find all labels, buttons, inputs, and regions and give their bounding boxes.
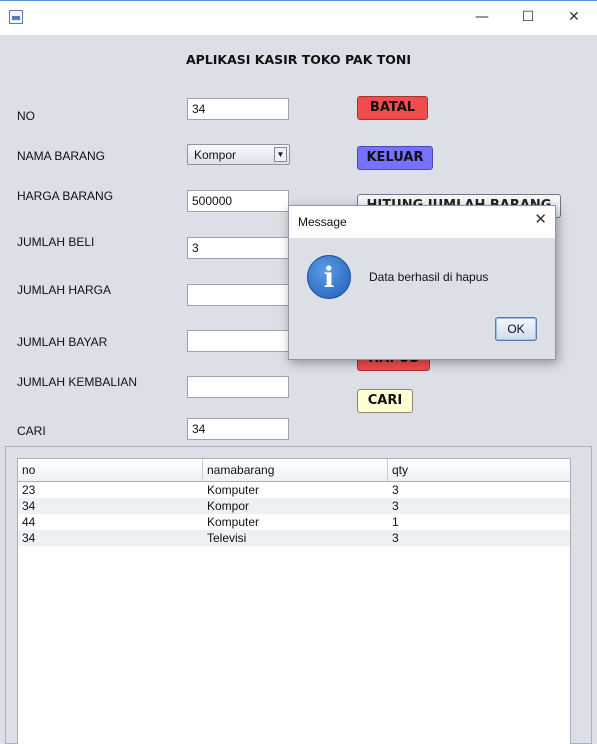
keluar-button[interactable]: KELUAR xyxy=(357,146,433,170)
cell-no: 23 xyxy=(22,483,36,497)
column-header-namabarang[interactable]: namabarang xyxy=(203,459,388,481)
cell-qty: 1 xyxy=(392,515,399,529)
harga-barang-label: HARGA BARANG xyxy=(17,189,114,203)
nama-barang-label: NAMA BARANG xyxy=(17,149,106,163)
cell-namabarang: Kompor xyxy=(207,499,250,513)
dialog-close-button[interactable]: ✕ xyxy=(534,210,547,228)
cell-namabarang: Televisi xyxy=(207,531,247,545)
harga-barang-field[interactable]: 500000 xyxy=(187,190,289,212)
cell-no: 34 xyxy=(22,531,36,545)
chevron-down-icon[interactable]: ▼ xyxy=(274,147,287,162)
dialog-title: Message xyxy=(298,215,347,229)
table-row[interactable]: 44 Komputer 1 xyxy=(18,514,570,530)
minimize-button[interactable]: — xyxy=(459,1,505,34)
no-label: NO xyxy=(17,109,35,123)
close-window-button[interactable]: ✕ xyxy=(551,1,597,34)
cell-qty: 3 xyxy=(392,531,399,545)
table-header: no namabarang qty xyxy=(18,459,570,482)
page-title: APLIKASI KASIR TOKO PAK TONI xyxy=(185,52,412,67)
cari-field[interactable]: 34 xyxy=(187,418,289,440)
no-field[interactable]: 34 xyxy=(187,98,289,120)
jumlah-harga-field[interactable] xyxy=(187,284,289,306)
jumlah-kembalian-field[interactable] xyxy=(187,376,289,398)
jumlah-harga-label: JUMLAH HARGA xyxy=(17,283,112,297)
cell-namabarang: Komputer xyxy=(207,515,260,529)
cell-no: 44 xyxy=(22,515,36,529)
table-row[interactable]: 34 Televisi 3 xyxy=(18,530,570,546)
batal-button[interactable]: BATAL xyxy=(357,96,428,120)
barang-table[interactable]: no namabarang qty 23 Komputer 3 34 Kompo… xyxy=(17,458,571,744)
jumlah-kembalian-label: JUMLAH KEMBALIAN xyxy=(17,375,138,389)
cell-qty: 3 xyxy=(392,499,399,513)
jumlah-bayar-label: JUMLAH BAYAR xyxy=(17,335,108,349)
jumlah-beli-field[interactable]: 3 xyxy=(187,237,289,259)
ok-button[interactable]: OK xyxy=(495,317,537,341)
main-window: — ☐ ✕ APLIKASI KASIR TOKO PAK TONI NO 34… xyxy=(0,0,597,744)
jumlah-beli-label: JUMLAH BELI xyxy=(17,235,95,249)
column-header-qty[interactable]: qty xyxy=(388,459,570,481)
cari-button[interactable]: CARI xyxy=(357,389,413,413)
cell-no: 34 xyxy=(22,499,36,513)
column-header-no[interactable]: no xyxy=(18,459,203,481)
title-bar: — ☐ ✕ xyxy=(0,0,597,35)
table-row[interactable]: 23 Komputer 3 xyxy=(18,482,570,498)
java-app-icon xyxy=(9,10,23,24)
jumlah-bayar-field[interactable] xyxy=(187,330,289,352)
nama-barang-selected: Kompor xyxy=(194,148,237,162)
nama-barang-dropdown[interactable]: Kompor ▼ xyxy=(187,144,290,165)
cell-namabarang: Komputer xyxy=(207,483,260,497)
dialog-message: Data berhasil di hapus xyxy=(369,270,489,284)
dialog-body: i Data berhasil di hapus OK xyxy=(289,238,555,359)
info-icon: i xyxy=(307,255,351,299)
table-row[interactable]: 34 Kompor 3 xyxy=(18,498,570,514)
cell-qty: 3 xyxy=(392,483,399,497)
cari-label: CARI xyxy=(17,424,46,438)
message-dialog: Message ✕ i Data berhasil di hapus OK xyxy=(288,205,556,360)
maximize-button[interactable]: ☐ xyxy=(505,1,551,34)
